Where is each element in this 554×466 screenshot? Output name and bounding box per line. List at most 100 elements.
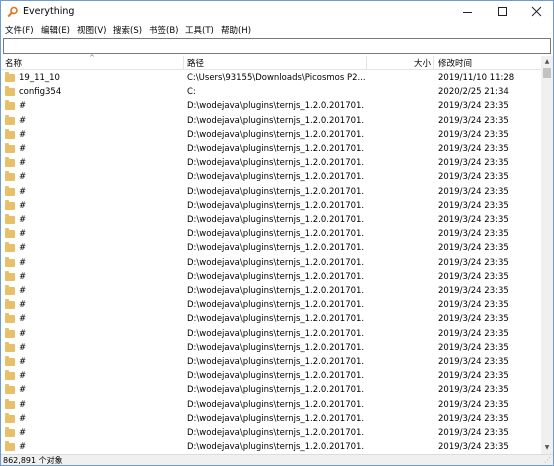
column-divider[interactable]: [366, 56, 367, 70]
file-name: #: [19, 257, 27, 268]
menu-search[interactable]: 搜索(S): [113, 24, 142, 36]
file-path: D:\wodejava\plugins\ternjs_1.2.0.201701.…: [187, 101, 365, 112]
file-row[interactable]: 19_11_10 C:\Users\93155\Downloads\Picosmo…: [1, 71, 541, 85]
menu-edit[interactable]: 编辑(E): [41, 24, 70, 36]
file-row[interactable]: # D:\wodejava\plugins\ternjs_1.2.0.201701…: [1, 341, 541, 355]
file-row[interactable]: # D:\wodejava\plugins\ternjs_1.2.0.201701…: [1, 440, 541, 454]
file-row[interactable]: # D:\wodejava\plugins\ternjs_1.2.0.201701…: [1, 99, 541, 113]
file-name: #: [19, 371, 27, 382]
scroll-thumb[interactable]: [543, 68, 551, 78]
folder-icon: [5, 128, 15, 139]
menu-file[interactable]: 文件(F): [5, 24, 34, 36]
file-modified: 2019/3/24 23:35: [438, 271, 509, 282]
status-bar: 862,891 个对象 ⋰: [1, 454, 553, 465]
file-path: D:\wodejava\plugins\ternjs_1.2.0.201701.…: [187, 144, 365, 154]
object-count: 862,891 个对象: [3, 456, 63, 465]
file-row[interactable]: # D:\wodejava\plugins\ternjs_1.2.0.201701…: [1, 142, 541, 156]
file-row[interactable]: # D:\wodejava\plugins\ternjs_1.2.0.201701…: [1, 270, 541, 284]
maximize-icon: [498, 7, 507, 16]
column-divider[interactable]: [183, 56, 184, 70]
folder-icon: [5, 72, 15, 82]
file-row[interactable]: # D:\wodejava\plugins\ternjs_1.2.0.201701…: [1, 284, 541, 298]
column-divider[interactable]: [433, 56, 434, 70]
close-button[interactable]: [520, 1, 553, 23]
menu-view[interactable]: 视图(V): [77, 24, 106, 36]
folder-icon: [5, 214, 15, 224]
file-row[interactable]: # D:\wodejava\plugins\ternjs_1.2.0.201701…: [1, 227, 541, 241]
folder-icon: [5, 398, 15, 409]
menu-bookmarks[interactable]: 书签(B): [149, 24, 178, 36]
folder-icon: [5, 157, 15, 168]
folder-icon: [5, 171, 15, 182]
folder-icon: [5, 114, 15, 125]
file-path: D:\wodejava\plugins\ternjs_1.2.0.201701.…: [187, 271, 365, 282]
scroll-down-icon[interactable]: ▼: [541, 442, 553, 454]
file-row[interactable]: # D:\wodejava\plugins\ternjs_1.2.0.201701…: [1, 398, 541, 412]
column-header-name[interactable]: 名称: [5, 57, 22, 69]
resize-grip-icon[interactable]: ⋰: [544, 456, 551, 464]
title-bar[interactable]: Everything: [1, 1, 553, 23]
file-name: #: [19, 271, 27, 282]
vertical-scrollbar[interactable]: ▲ ▼: [541, 56, 553, 454]
file-modified: 2019/3/24 23:35: [438, 243, 509, 254]
file-name: #: [19, 172, 27, 183]
file-row[interactable]: # D:\wodejava\plugins\ternjs_1.2.0.201701…: [1, 256, 541, 270]
file-modified: 2019/3/24 23:35: [438, 399, 509, 410]
file-path: D:\wodejava\plugins\ternjs_1.2.0.201701.…: [187, 186, 365, 197]
file-modified: 2019/3/24 23:35: [438, 158, 509, 169]
file-path: C:: [187, 87, 196, 98]
file-name: #: [19, 101, 27, 112]
folder-icon: [5, 143, 15, 153]
file-name: #: [19, 200, 27, 211]
file-name: #: [19, 399, 27, 410]
file-row[interactable]: # D:\wodejava\plugins\ternjs_1.2.0.201701…: [1, 412, 541, 426]
file-row[interactable]: # D:\wodejava\plugins\ternjs_1.2.0.201701…: [1, 114, 541, 128]
file-modified: 2019/3/24 23:35: [438, 371, 509, 382]
file-modified: 2019/3/24 23:35: [438, 342, 509, 353]
file-name: #: [19, 286, 27, 296]
file-row[interactable]: # D:\wodejava\plugins\ternjs_1.2.0.201701…: [1, 383, 541, 397]
file-row[interactable]: # D:\wodejava\plugins\ternjs_1.2.0.201701…: [1, 213, 541, 227]
file-modified: 2019/3/24 23:35: [438, 257, 509, 268]
menu-tools[interactable]: 工具(T): [185, 24, 214, 36]
column-header-modified[interactable]: 修改时间: [438, 57, 472, 69]
file-row[interactable]: # D:\wodejava\plugins\ternjs_1.2.0.201701…: [1, 426, 541, 440]
file-row[interactable]: # D:\wodejava\plugins\ternjs_1.2.0.201701…: [1, 199, 541, 213]
scroll-up-icon[interactable]: ▲: [541, 56, 553, 68]
file-path: D:\wodejava\plugins\ternjs_1.2.0.201701.…: [187, 385, 365, 396]
file-row[interactable]: # D:\wodejava\plugins\ternjs_1.2.0.201701…: [1, 312, 541, 326]
file-path: D:\wodejava\plugins\ternjs_1.2.0.201701.…: [187, 115, 365, 126]
column-header-size[interactable]: 大小: [414, 57, 431, 69]
folder-icon: [5, 199, 15, 210]
file-row[interactable]: # D:\wodejava\plugins\ternjs_1.2.0.201701…: [1, 185, 541, 199]
file-modified: 2019/3/24 23:35: [438, 314, 509, 325]
minimize-button[interactable]: [451, 1, 484, 23]
file-modified: 2019/3/24 23:35: [438, 357, 509, 367]
file-name: #: [19, 243, 27, 254]
file-row[interactable]: # D:\wodejava\plugins\ternjs_1.2.0.201701…: [1, 170, 541, 184]
file-row[interactable]: # D:\wodejava\plugins\ternjs_1.2.0.201701…: [1, 327, 541, 341]
file-row[interactable]: # D:\wodejava\plugins\ternjs_1.2.0.201701…: [1, 128, 541, 142]
file-name: #: [19, 300, 27, 311]
file-name: #: [19, 385, 27, 396]
maximize-button[interactable]: [486, 1, 519, 23]
file-list: 19_11_10 C:\Users\93155\Downloads\Picosmo…: [1, 71, 541, 454]
file-row[interactable]: # D:\wodejava\plugins\ternjs_1.2.0.201701…: [1, 355, 541, 369]
search-input[interactable]: [3, 38, 551, 54]
file-row[interactable]: # D:\wodejava\plugins\ternjs_1.2.0.201701…: [1, 241, 541, 255]
folder-icon: [5, 185, 15, 196]
folder-icon: [5, 86, 15, 97]
menu-help[interactable]: 帮助(H): [221, 24, 251, 36]
folder-icon: [5, 441, 15, 452]
file-path: C:\Users\93155\Downloads\Picosmos P2...: [187, 73, 365, 83]
file-row[interactable]: # D:\wodejava\plugins\ternjs_1.2.0.201701…: [1, 298, 541, 312]
file-row[interactable]: # D:\wodejava\plugins\ternjs_1.2.0.201701…: [1, 369, 541, 383]
file-name: #: [19, 229, 27, 240]
file-modified: 2019/3/24 23:35: [438, 101, 509, 112]
file-row[interactable]: # D:\wodejava\plugins\ternjs_1.2.0.201701…: [1, 156, 541, 170]
file-path: D:\wodejava\plugins\ternjs_1.2.0.201701.…: [187, 215, 365, 225]
folder-icon: [5, 412, 15, 423]
file-row[interactable]: config354 C: 2020/2/25 21:34: [1, 85, 541, 99]
column-header-path[interactable]: 路径: [187, 57, 204, 69]
window-title: Everything: [23, 6, 75, 17]
